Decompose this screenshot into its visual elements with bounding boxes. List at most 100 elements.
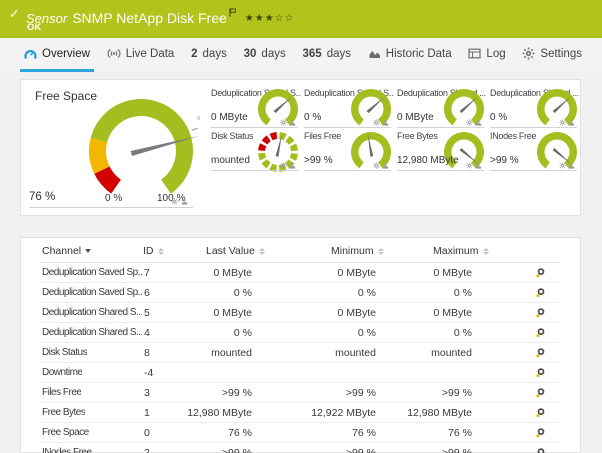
column-header-maximum[interactable]: Maximum xyxy=(433,245,489,257)
small-gauges-grid: Deduplication Saved S...0 MByteDeduplica… xyxy=(210,86,582,172)
tab-log[interactable]: Log xyxy=(464,38,509,72)
tab-live-data[interactable]: Live Data xyxy=(103,38,179,72)
id-cell: 5 xyxy=(144,307,150,319)
id-cell: 3 xyxy=(144,387,150,399)
id-cell: 6 xyxy=(144,287,150,299)
wrench-icon[interactable] xyxy=(535,447,546,453)
table-row-deduplication-shared-s: Deduplication Shared S...50 MByte0 MByte… xyxy=(41,303,560,323)
gear-icon[interactable] xyxy=(373,119,380,126)
wrench-icon[interactable] xyxy=(535,347,546,358)
gear-icon[interactable] xyxy=(559,162,566,169)
user-icon[interactable] xyxy=(382,162,389,169)
user-icon[interactable] xyxy=(181,198,188,205)
divider xyxy=(211,170,298,171)
minimum-cell: 12,922 MByte xyxy=(311,407,376,419)
channel-cell[interactable]: Deduplication Saved Sp... xyxy=(42,287,142,298)
table-row-files-free: Files Free3>99 %>99 %>99 % xyxy=(41,383,560,403)
last-value-cell: mounted xyxy=(211,347,252,359)
gauge-panel-deduplication-shared: Deduplication Shared ...0 MByte xyxy=(396,86,489,129)
column-header-channel[interactable]: Channel xyxy=(42,245,91,257)
channel-cell[interactable]: Free Bytes xyxy=(42,407,85,418)
gauge-value: >99 % xyxy=(490,155,519,166)
user-icon[interactable] xyxy=(382,119,389,126)
gauge-title: Free Bytes xyxy=(397,131,438,141)
user-icon[interactable] xyxy=(289,162,296,169)
divider xyxy=(397,127,484,128)
wrench-icon[interactable] xyxy=(535,267,546,278)
wrench-icon[interactable] xyxy=(535,307,546,318)
user-icon[interactable] xyxy=(568,162,575,169)
wrench-icon[interactable] xyxy=(535,367,546,378)
minimum-cell: 0 MByte xyxy=(337,267,376,279)
tab-bar: Overview Live Data2days 30days 365days Histo… xyxy=(0,38,602,72)
tab-settings[interactable]: Settings xyxy=(518,38,586,72)
tab-365-days[interactable]: 365days xyxy=(299,38,355,72)
last-value-cell: >99 % xyxy=(222,387,252,399)
user-icon[interactable] xyxy=(475,162,482,169)
channel-cell[interactable]: Free Space xyxy=(42,427,89,438)
channel-cell[interactable]: Deduplication Shared S... xyxy=(42,307,142,318)
channel-cell[interactable]: Files Free xyxy=(42,387,81,398)
gauge-corner-icons xyxy=(280,162,296,169)
gauge-corner-icons xyxy=(559,162,575,169)
wrench-icon[interactable] xyxy=(535,327,546,338)
minimum-cell: >99 % xyxy=(346,447,376,453)
gear-icon[interactable] xyxy=(280,162,287,169)
gauge-dial xyxy=(534,129,580,180)
wrench-icon[interactable] xyxy=(535,287,546,298)
column-header-minimum[interactable]: Minimum xyxy=(331,245,384,257)
maximum-cell: >99 % xyxy=(442,447,472,453)
sort-desc-icon xyxy=(85,249,91,253)
gear-icon[interactable] xyxy=(280,119,287,126)
channel-cell[interactable]: Disk Status xyxy=(42,347,87,358)
gauge-panel-deduplication-shared: Deduplication Shared ...0 % xyxy=(489,86,582,129)
last-value-cell: 0 % xyxy=(234,287,252,299)
gear-icon[interactable] xyxy=(373,162,380,169)
gear-icon[interactable] xyxy=(171,198,178,205)
minimum-cell: mounted xyxy=(335,347,376,359)
gauge-title: Disk Status xyxy=(211,131,253,141)
user-icon[interactable] xyxy=(289,119,296,126)
gauge-panel-inodes-free: INodes Free>99 % xyxy=(489,129,582,172)
channel-cell[interactable]: INodes Free xyxy=(42,447,92,453)
column-header-id[interactable]: ID xyxy=(143,245,164,257)
channel-cell[interactable]: Downtime xyxy=(42,367,82,378)
tab-30-days[interactable]: 30days xyxy=(240,38,290,72)
divider xyxy=(211,127,298,128)
tab-2-days[interactable]: 2days xyxy=(187,38,231,72)
gear-icon[interactable] xyxy=(466,162,473,169)
historic-icon xyxy=(368,48,381,59)
divider xyxy=(304,170,391,171)
priority-stars[interactable]: ★★★☆☆ xyxy=(245,13,295,24)
last-value-cell: >99 % xyxy=(222,447,252,453)
flag-icon[interactable] xyxy=(229,4,236,22)
table-row-downtime: Downtime-4 xyxy=(41,363,560,383)
gear-icon[interactable] xyxy=(559,119,566,126)
wrench-icon[interactable] xyxy=(535,427,546,438)
channel-cell[interactable]: Deduplication Saved Sp... xyxy=(42,267,142,278)
id-cell: 7 xyxy=(144,267,150,279)
gauge-panel-free-bytes: Free Bytes12,980 MByte xyxy=(396,129,489,172)
table-row-disk-status: Disk Status8mountedmountedmounted xyxy=(41,343,560,363)
prtg-sensor-page: ✓ SensorSNMP NetApp Disk Free★★★☆☆ OK Ov… xyxy=(0,0,602,453)
gauge-dial xyxy=(255,129,301,180)
last-value-cell: 0 MByte xyxy=(213,307,252,319)
wrench-icon[interactable] xyxy=(535,387,546,398)
id-cell: 4 xyxy=(144,327,150,339)
table-row-free-bytes: Free Bytes112,980 MByte12,922 MByte12,98… xyxy=(41,403,560,423)
gauge-value: 0 MByte xyxy=(397,112,434,123)
channel-cell[interactable]: Deduplication Shared S... xyxy=(42,327,142,338)
tab-historic-data[interactable]: Historic Data xyxy=(364,38,456,72)
user-icon[interactable] xyxy=(568,119,575,126)
user-icon[interactable] xyxy=(475,119,482,126)
column-header-last-value[interactable]: Last Value xyxy=(206,245,265,257)
wrench-icon[interactable] xyxy=(535,407,546,418)
maximum-cell: 76 % xyxy=(448,427,472,439)
gauge-panel-deduplication-saved-s: Deduplication Saved S...0 % xyxy=(303,86,396,129)
id-cell: 2 xyxy=(144,447,150,453)
gauge-panel-disk-status: Disk Statusmounted xyxy=(210,129,303,172)
gauge-panel-deduplication-saved-s: Deduplication Saved S...0 MByte xyxy=(210,86,303,129)
gauge-title: Files Free xyxy=(304,131,341,141)
gear-icon[interactable] xyxy=(466,119,473,126)
tab-overview[interactable]: Overview xyxy=(20,38,94,72)
